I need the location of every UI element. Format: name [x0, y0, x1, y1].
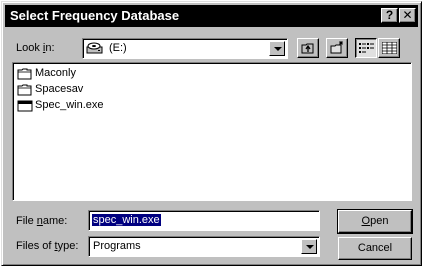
file-name-value: spec_win.exe: [92, 214, 161, 226]
file-name: Maconly: [35, 67, 76, 79]
disk-drive-icon: [86, 41, 104, 58]
file-name-input[interactable]: spec_win.exe: [88, 210, 320, 231]
details-view-icon: [381, 41, 398, 57]
application-icon: [17, 100, 33, 115]
list-view-icon: [359, 42, 374, 57]
chevron-down-icon: [306, 245, 314, 249]
look-in-dropdown-button[interactable]: [269, 41, 285, 56]
select-frequency-database-dialog: Select Frequency Database ? ✕ Look in: (…: [1, 1, 422, 266]
look-in-combo[interactable]: (E:): [82, 38, 288, 59]
look-in-label: Look in:: [16, 42, 55, 54]
close-button[interactable]: ✕: [399, 8, 416, 23]
file-list[interactable]: Maconly Spacesav Spec_win.exe: [12, 62, 412, 201]
new-folder-icon: [330, 41, 345, 58]
help-button[interactable]: ?: [381, 8, 398, 23]
up-one-level-button[interactable]: [297, 38, 319, 58]
files-of-type-label: Files of type:: [16, 240, 79, 252]
file-name: Spacesav: [35, 83, 84, 95]
folder-icon: [17, 68, 33, 83]
window-title: Select Frequency Database: [10, 8, 180, 23]
look-in-value: (E:): [109, 42, 127, 54]
chevron-down-icon: [274, 47, 282, 51]
open-button[interactable]: Open: [337, 209, 413, 234]
cancel-button[interactable]: Cancel: [338, 237, 412, 260]
files-of-type-dropdown-button[interactable]: [301, 239, 317, 254]
list-view-button[interactable]: [355, 38, 377, 58]
folder-icon: [17, 84, 33, 99]
file-name: Spec_win.exe: [35, 99, 104, 111]
file-name-label: File name:: [16, 215, 68, 227]
details-view-button[interactable]: [378, 38, 400, 58]
up-one-level-icon: [301, 41, 315, 58]
title-bar[interactable]: Select Frequency Database ? ✕: [5, 5, 418, 27]
create-new-folder-button[interactable]: [326, 38, 348, 58]
files-of-type-value: Programs: [93, 240, 141, 252]
files-of-type-combo[interactable]: Programs: [88, 236, 320, 257]
